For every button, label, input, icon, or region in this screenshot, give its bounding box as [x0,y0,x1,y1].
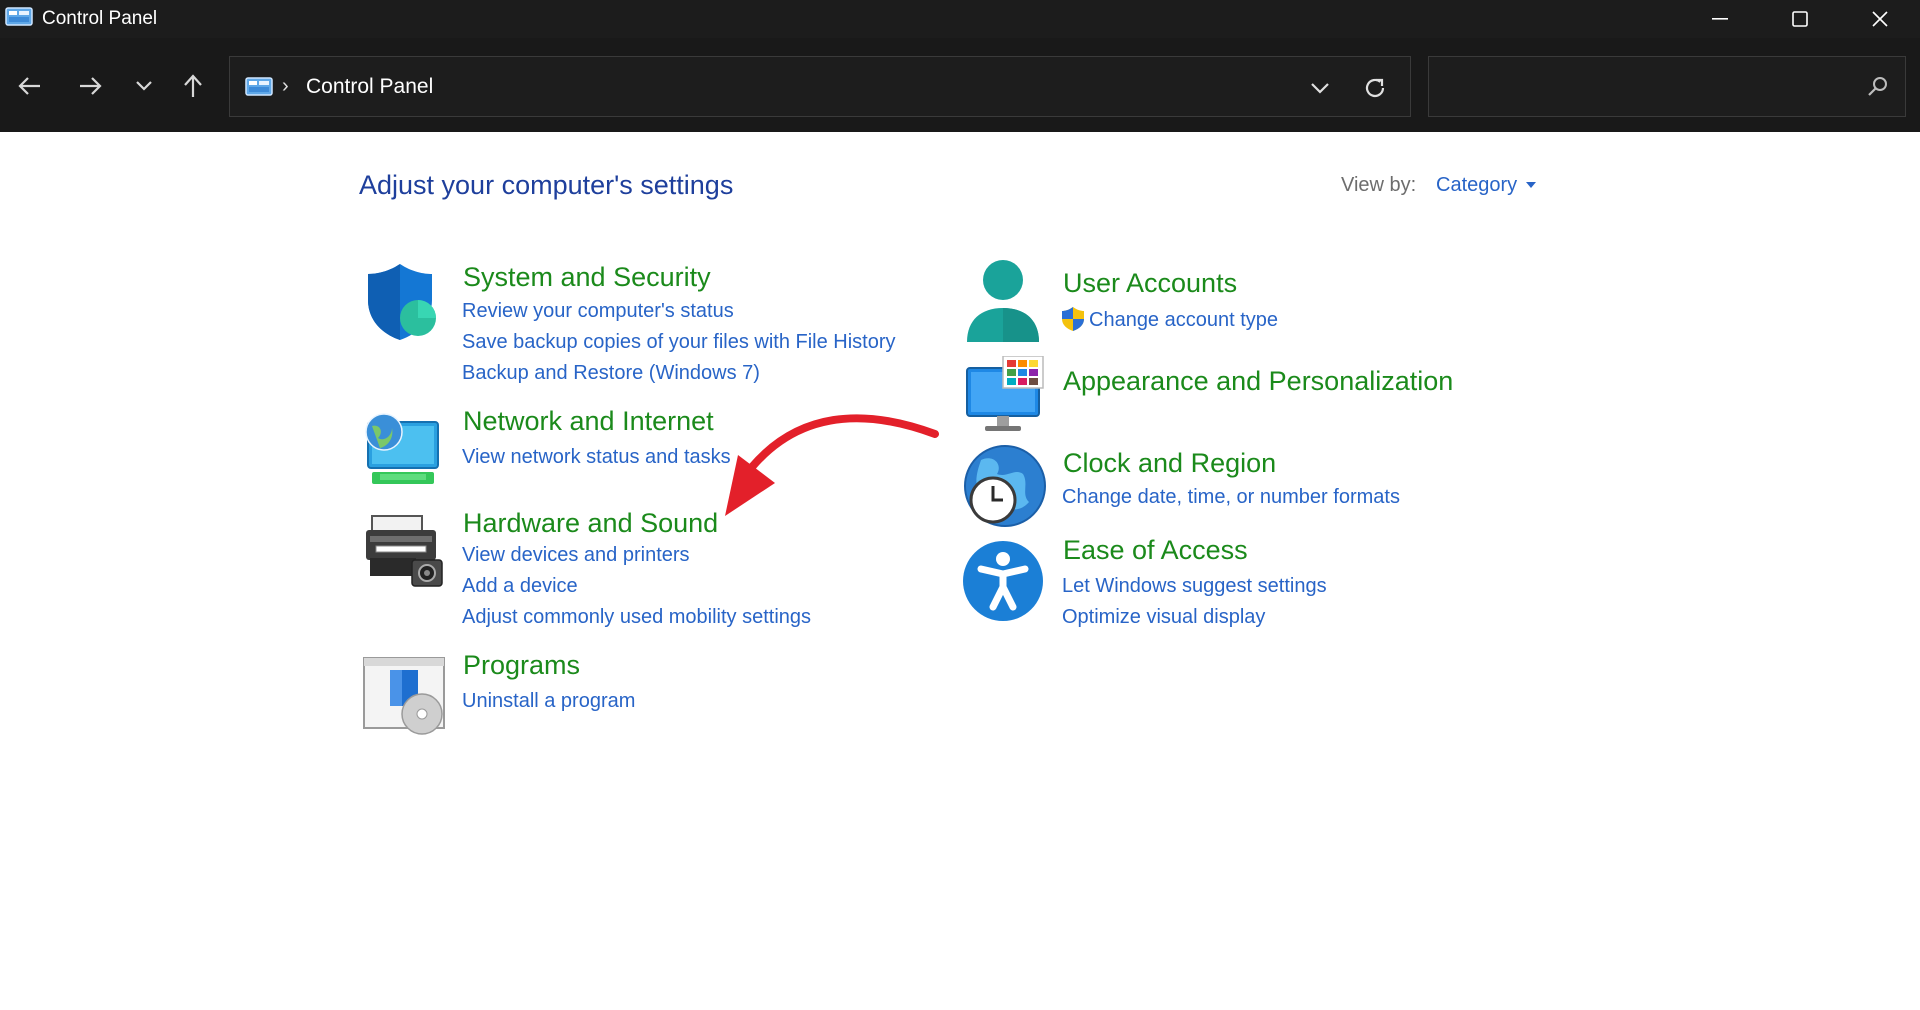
maximize-button[interactable] [1760,0,1840,38]
link-network-status[interactable]: View network status and tasks [462,446,731,469]
link-optimize-visual[interactable]: Optimize visual display [1062,606,1265,629]
address-bar[interactable]: › Control Panel [229,56,1411,117]
category-title-clock-region[interactable]: Clock and Region [1063,448,1276,479]
link-date-time-formats[interactable]: Change date, time, or number formats [1062,486,1400,509]
minimize-button[interactable] [1680,0,1760,38]
category-title-system-security[interactable]: System and Security [463,262,711,293]
category-title-appearance[interactable]: Appearance and Personalization [1063,366,1453,397]
link-change-account-type[interactable]: Change account type [1089,309,1278,332]
printer-icon[interactable] [362,512,446,596]
category-title-user-accounts[interactable]: User Accounts [1063,268,1237,299]
caret-down-icon[interactable] [1526,182,1536,188]
link-uninstall-program[interactable]: Uninstall a program [462,690,635,713]
network-globe-icon[interactable] [362,410,446,494]
back-arrow-icon [18,77,40,95]
category-title-ease-of-access[interactable]: Ease of Access [1063,535,1248,566]
monitor-colors-icon[interactable] [963,355,1047,440]
search-icon[interactable] [1867,75,1891,99]
forward-arrow-icon [80,77,102,95]
link-add-device[interactable]: Add a device [462,575,578,598]
chevron-down-icon [1311,83,1329,94]
recent-locations-button[interactable] [124,66,164,106]
chevron-down-icon [136,81,152,91]
search-box[interactable] [1428,56,1906,117]
refresh-icon [1365,78,1385,97]
close-button[interactable] [1840,0,1920,38]
breadcrumb-separator-icon: › [282,75,289,97]
breadcrumb-control-panel[interactable]: Control Panel [306,75,433,99]
minimize-icon [1712,18,1728,20]
main-content: Adjust your computer's settings View by:… [0,132,1920,1010]
title-bar: Control Panel [0,0,1920,38]
link-windows-suggest[interactable]: Let Windows suggest settings [1062,575,1327,598]
forward-button[interactable] [70,66,110,106]
search-input[interactable] [1439,67,1839,107]
category-title-hardware-sound[interactable]: Hardware and Sound [463,508,718,539]
up-button[interactable] [173,66,213,106]
page-title: Adjust your computer's settings [359,170,734,200]
shield-icon[interactable] [362,260,446,344]
link-file-history[interactable]: Save backup copies of your files with Fi… [462,331,896,354]
clock-globe-icon[interactable] [963,444,1047,528]
back-button[interactable] [10,66,50,106]
up-arrow-icon [184,74,202,97]
maximize-icon [1792,11,1808,27]
link-devices-printers[interactable]: View devices and printers [462,544,690,567]
control-panel-icon [5,7,33,28]
user-icon[interactable] [963,260,1047,344]
uac-shield-icon [1060,306,1086,332]
accessibility-icon[interactable] [963,541,1047,625]
view-by-dropdown[interactable]: Category [1436,174,1517,197]
link-mobility-settings[interactable]: Adjust commonly used mobility settings [462,606,811,629]
category-title-network-internet[interactable]: Network and Internet [463,406,714,437]
close-icon [1872,11,1888,27]
view-by-label: View by: [1341,174,1417,196]
address-dropdown-button[interactable] [1300,71,1340,105]
link-review-status[interactable]: Review your computer's status [462,300,734,323]
navigation-toolbar: › Control Panel [0,38,1920,132]
refresh-button[interactable] [1355,69,1395,107]
category-title-programs[interactable]: Programs [463,650,580,681]
programs-disc-icon[interactable] [362,654,446,738]
window-title: Control Panel [42,8,158,29]
link-backup-restore[interactable]: Backup and Restore (Windows 7) [462,362,760,385]
control-panel-icon [245,77,273,98]
